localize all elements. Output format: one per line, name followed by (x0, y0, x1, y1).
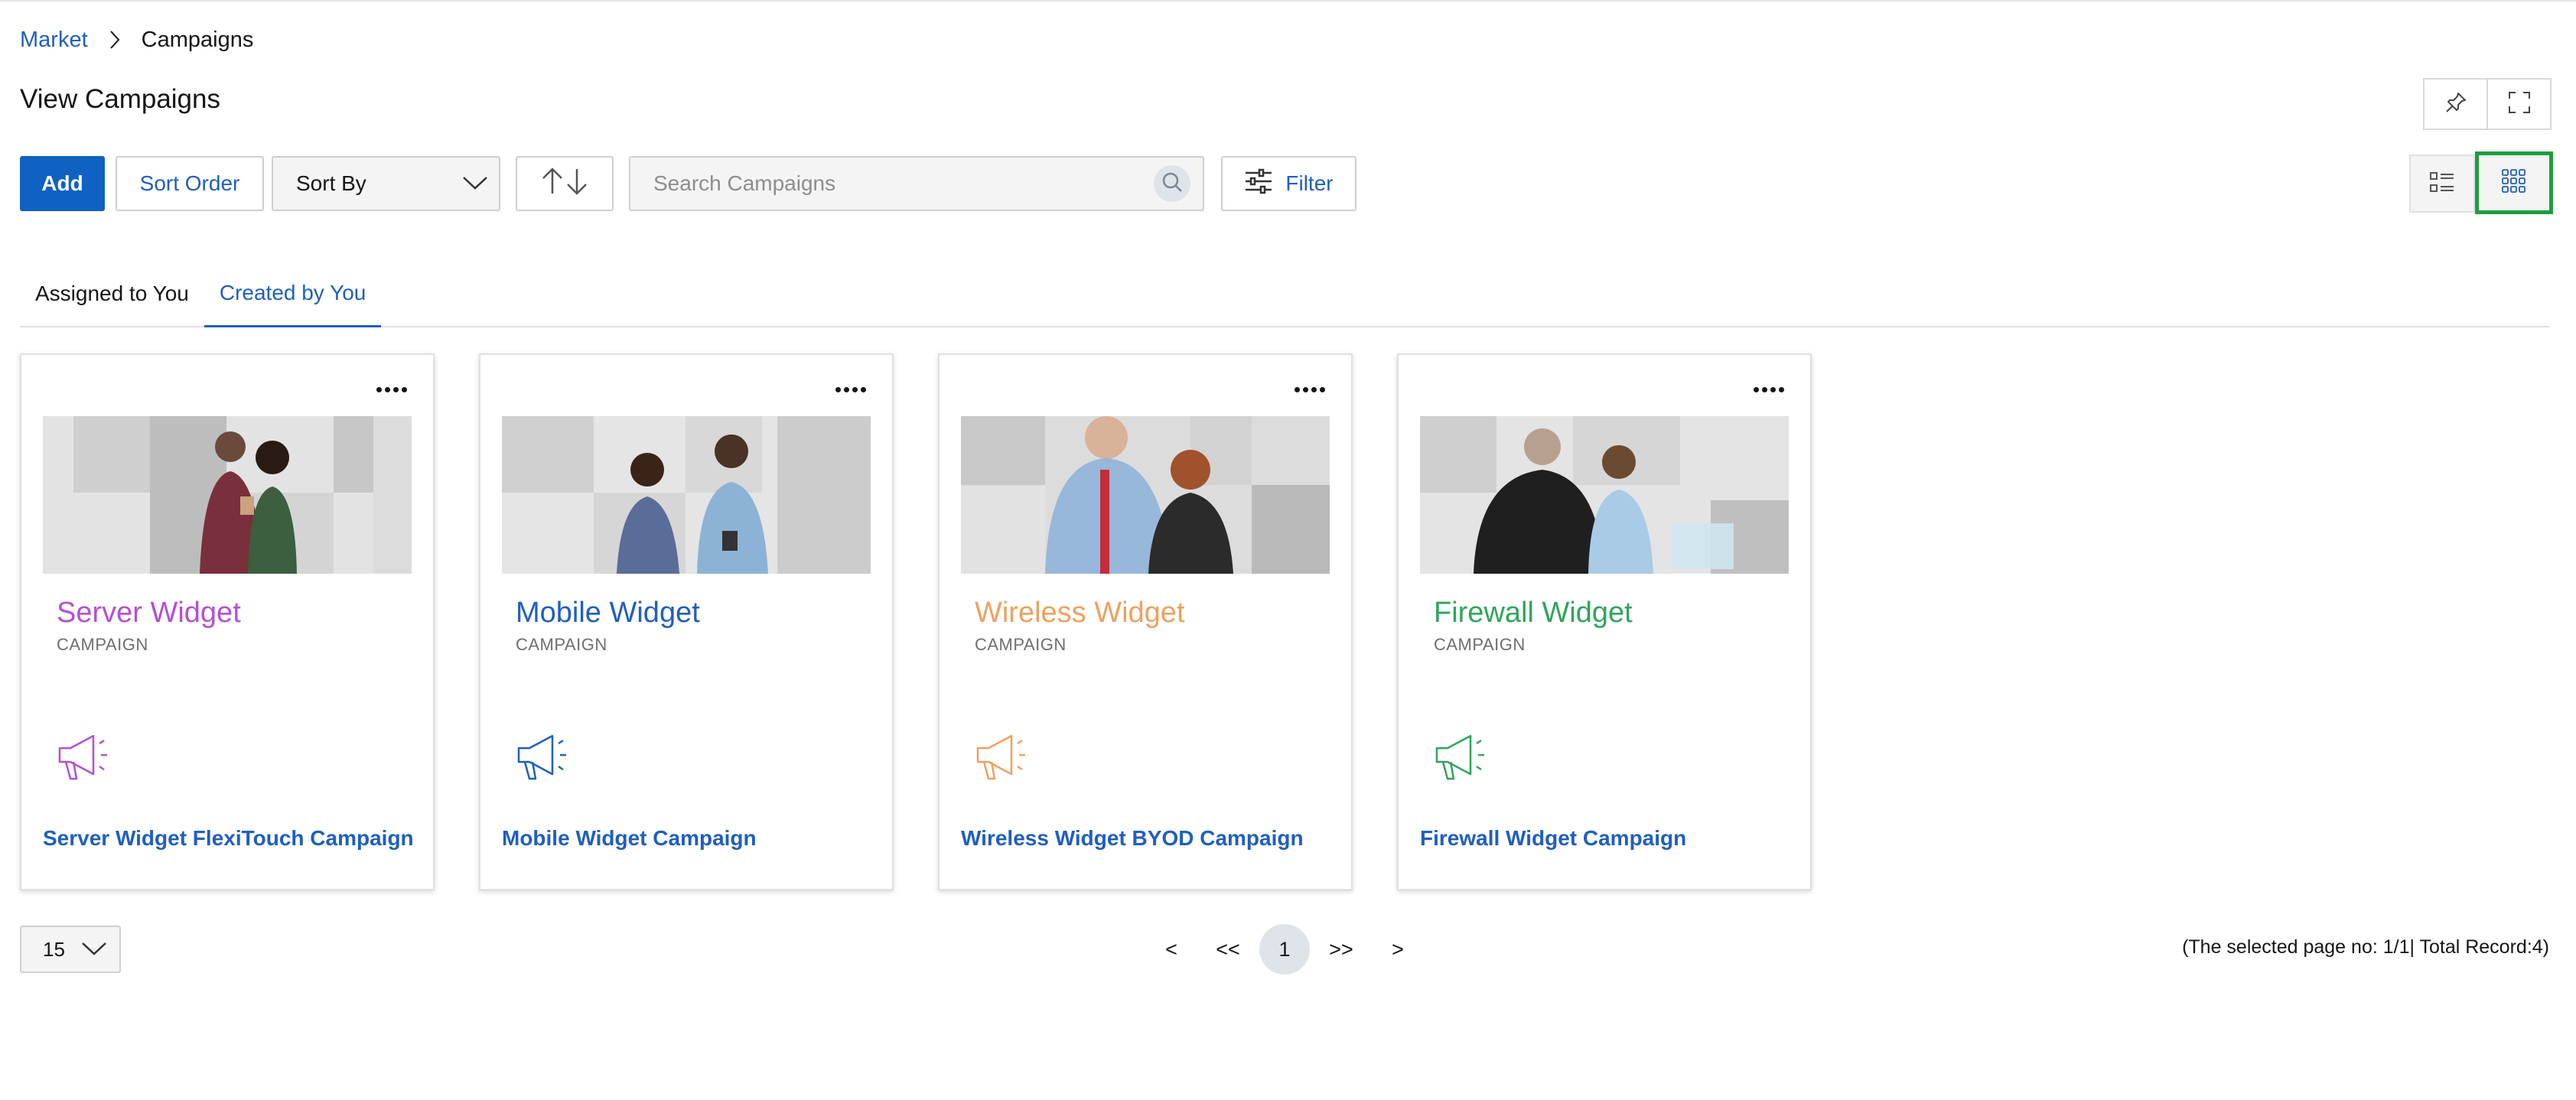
tab-created-by-you[interactable]: Created by You (204, 260, 382, 327)
per-page-value: 15 (43, 937, 65, 961)
fullscreen-icon (2507, 90, 2532, 119)
campaign-title: Mobile Widget (516, 597, 700, 629)
pin-icon (2444, 91, 2467, 118)
campaign-image (502, 416, 871, 574)
more-options-icon[interactable] (1290, 382, 1330, 397)
campaign-image (43, 416, 412, 574)
sort-order-button[interactable]: Sort Order (116, 156, 264, 211)
campaign-type: CAMPAIGN (57, 635, 148, 654)
search-input[interactable] (630, 158, 1154, 210)
add-button[interactable]: Add (20, 156, 105, 211)
list-view-button[interactable] (2409, 155, 2475, 213)
sort-by-label: Sort By (296, 171, 366, 195)
last-page-button[interactable]: >> (1322, 924, 1360, 975)
more-options-icon[interactable] (1749, 382, 1789, 397)
tab-assigned-to-you[interactable]: Assigned to You (20, 260, 204, 327)
fullscreen-button[interactable] (2486, 80, 2550, 129)
campaign-card[interactable]: Server Widget CAMPAIGN Server Widget Fle… (20, 353, 435, 890)
list-view-icon (2429, 171, 2455, 197)
campaign-link[interactable]: Mobile Widget Campaign (502, 826, 757, 851)
campaign-link[interactable]: Server Widget FlexiTouch Campaign (43, 826, 414, 851)
filter-icon (1244, 168, 1273, 200)
campaign-card[interactable]: Wireless Widget CAMPAIGN Wireless Widget… (938, 353, 1353, 890)
grid-view-button[interactable] (2475, 151, 2553, 214)
page-actions (2423, 78, 2552, 130)
chevron-down-icon (81, 938, 107, 962)
page-title: View Campaigns (20, 84, 220, 114)
sort-by-dropdown[interactable]: Sort By (272, 156, 500, 211)
breadcrumb-current: Campaigns (141, 27, 254, 52)
current-page-button[interactable]: 1 (1259, 924, 1310, 975)
more-options-icon[interactable] (831, 382, 871, 397)
megaphone-icon (57, 731, 116, 786)
campaign-link[interactable]: Wireless Widget BYOD Campaign (961, 826, 1304, 851)
prev-page-button[interactable]: < (1155, 924, 1187, 975)
chevron-right-icon (88, 30, 142, 50)
campaign-image (1420, 416, 1789, 574)
sort-direction-button[interactable] (516, 156, 614, 211)
view-switch (2409, 151, 2553, 214)
top-border (0, 0, 2576, 2)
campaign-title: Wireless Widget (975, 597, 1185, 629)
campaign-title: Server Widget (57, 597, 241, 629)
tab-bar: Assigned to You Created by You (20, 260, 2549, 327)
chevron-down-icon (462, 171, 488, 196)
more-options-icon[interactable] (372, 382, 412, 397)
search-box (629, 156, 1204, 211)
campaign-image (961, 416, 1330, 574)
campaign-title: Firewall Widget (1434, 597, 1633, 629)
search-icon (1161, 171, 1184, 197)
megaphone-icon (975, 731, 1034, 786)
filter-button[interactable]: Filter (1221, 156, 1356, 211)
campaign-type: CAMPAIGN (975, 635, 1067, 654)
campaign-type: CAMPAIGN (516, 635, 607, 654)
breadcrumb: Market Campaigns (20, 26, 253, 54)
search-button[interactable] (1154, 165, 1190, 202)
campaign-type: CAMPAIGN (1434, 635, 1526, 654)
page-info: (The selected page no: 1/1| Total Record… (2182, 936, 2549, 958)
sort-arrows-icon (537, 166, 592, 202)
megaphone-icon (1434, 731, 1493, 786)
campaign-card[interactable]: Firewall Widget CAMPAIGN Firewall Widget… (1397, 353, 1812, 890)
grid-view-icon (2501, 168, 2527, 198)
filter-label: Filter (1285, 171, 1334, 195)
megaphone-icon (516, 731, 575, 786)
next-page-button[interactable]: > (1382, 924, 1414, 975)
campaign-card[interactable]: Mobile Widget CAMPAIGN Mobile Widget Cam… (479, 353, 894, 890)
per-page-select[interactable]: 15 (20, 926, 121, 973)
campaign-link[interactable]: Firewall Widget Campaign (1420, 826, 1686, 851)
breadcrumb-market-link[interactable]: Market (20, 28, 88, 53)
first-page-button[interactable]: << (1209, 924, 1247, 975)
pin-button[interactable] (2425, 80, 2486, 129)
